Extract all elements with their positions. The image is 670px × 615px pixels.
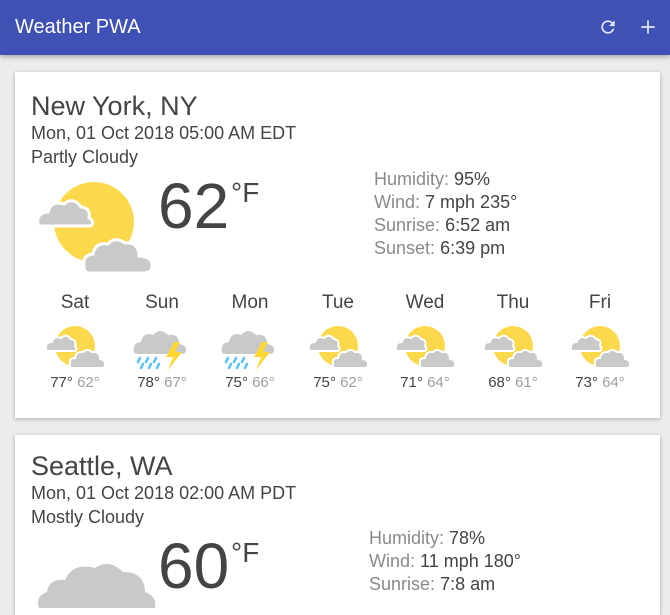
current-temperature: 60 <box>158 530 230 602</box>
location-date: Mon, 01 Oct 2018 02:00 AM PDT <box>31 483 297 503</box>
thunderstorm-icon <box>133 331 187 370</box>
sunset-value: 6:39 pm <box>440 238 506 258</box>
temperature-unit: °F <box>231 537 260 568</box>
forecast-low: 62° <box>77 374 100 391</box>
weather-card-seattle: Seattle, WA Mon, 01 Oct 2018 02:00 AM PD… <box>15 435 660 615</box>
forecast-day: Mon 75° 66° <box>215 292 285 391</box>
forecast-low: 61° <box>515 374 538 391</box>
wind-row: Wind: 7 mph 235° <box>374 191 517 214</box>
wind-value: 11 mph 180° <box>420 551 521 571</box>
forecast-day-name: Thu <box>496 292 530 313</box>
sunrise-label: Sunrise: <box>374 215 441 235</box>
forecast-high: 68° <box>488 374 511 391</box>
humidity-row: Humidity: 78% <box>369 527 521 550</box>
app-title: Weather PWA <box>15 16 141 38</box>
add-city-button[interactable] <box>637 16 659 38</box>
forecast-low: 66° <box>252 374 275 391</box>
forecast-temps: 75° 66° <box>215 374 285 391</box>
wind-label: Wind: <box>374 192 421 212</box>
partly-cloudy-icon <box>44 326 107 369</box>
forecast-day-name: Fri <box>588 292 612 313</box>
forecast-temps: 75° 62° <box>303 374 373 391</box>
forecast-high: 75° <box>225 374 248 391</box>
forecast-day-name: Wed <box>405 292 445 313</box>
refresh-icon <box>601 20 615 34</box>
location-name: Seattle, WA <box>31 451 173 481</box>
app-header: Weather PWA <box>0 0 670 55</box>
wind-label: Wind: <box>369 551 416 571</box>
thunderstorm-icon <box>221 331 275 370</box>
forecast-day: Fri 73° 64° <box>565 292 635 391</box>
humidity-label: Humidity: <box>369 528 445 548</box>
weather-card-new-york: New York, NY Mon, 01 Oct 2018 05:00 AM E… <box>15 72 660 418</box>
forecast-temps: 68° 61° <box>478 374 548 391</box>
forecast-temps: 73° 64° <box>565 374 635 391</box>
sunrise-row: Sunrise: 6:52 am <box>374 214 517 237</box>
forecast-day: Wed 71° 64° <box>390 292 460 391</box>
location-date: Mon, 01 Oct 2018 05:00 AM EDT <box>31 123 297 143</box>
forecast-day-name: Sun <box>145 292 179 313</box>
current-temperature: 62 <box>158 170 230 242</box>
forecast-high: 77° <box>50 374 73 391</box>
weather-description: Mostly Cloudy <box>31 507 145 527</box>
sunset-label: Sunset: <box>374 238 436 258</box>
sunrise-value: 6:52 am <box>445 215 511 235</box>
forecast-day-name: Sat <box>60 292 90 313</box>
forecast-high: 73° <box>575 374 598 391</box>
forecast-low: 64° <box>427 374 450 391</box>
partly-cloudy-icon <box>394 326 457 369</box>
sunset-row: Sunset: 6:39 pm <box>374 237 517 260</box>
forecast-day: Tue 75° 62° <box>303 292 373 391</box>
location-name: New York, NY <box>31 91 198 121</box>
partly-cloudy-icon <box>307 326 370 369</box>
sunrise-value: 7:8 am <box>440 574 496 594</box>
forecast-low: 67° <box>164 374 187 391</box>
humidity-value: 78% <box>449 528 486 548</box>
forecast-temps: 77° 62° <box>40 374 110 391</box>
wind-row: Wind: 11 mph 180° <box>369 550 521 573</box>
forecast-low: 62° <box>340 374 363 391</box>
forecast-day: Sun 78° 67° <box>127 292 197 391</box>
forecast-high: 71° <box>400 374 423 391</box>
refresh-button[interactable] <box>597 16 619 38</box>
forecast-high: 78° <box>137 374 160 391</box>
humidity-row: Humidity: 95% <box>374 168 517 191</box>
weather-description: Partly Cloudy <box>31 147 139 167</box>
forecast-temps: 78° 67° <box>127 374 197 391</box>
humidity-label: Humidity: <box>374 169 450 189</box>
partly-cloudy-day-icon <box>35 182 154 275</box>
forecast-day: Sat 77° 62° <box>40 292 110 391</box>
sunrise-row: Sunrise: 7:8 am <box>369 573 521 596</box>
plus-icon <box>641 20 655 34</box>
forecast-day: Thu 68° 61° <box>478 292 548 391</box>
partly-cloudy-icon <box>569 326 632 369</box>
forecast-day-name: Mon <box>231 292 269 313</box>
partly-cloudy-icon <box>482 326 545 369</box>
weather-details: Humidity: 78% Wind: 11 mph 180° Sunrise:… <box>369 527 521 596</box>
wind-value: 7 mph 235° <box>425 192 518 212</box>
temperature-unit: °F <box>231 177 260 208</box>
cloudy-icon <box>38 563 156 608</box>
weather-details: Humidity: 95% Wind: 7 mph 235° Sunrise: … <box>374 168 517 260</box>
forecast-low: 64° <box>602 374 625 391</box>
forecast-day-name: Tue <box>321 292 355 313</box>
forecast-high: 75° <box>313 374 336 391</box>
forecast-temps: 71° 64° <box>390 374 460 391</box>
sunrise-label: Sunrise: <box>369 574 436 594</box>
humidity-value: 95% <box>454 169 491 189</box>
